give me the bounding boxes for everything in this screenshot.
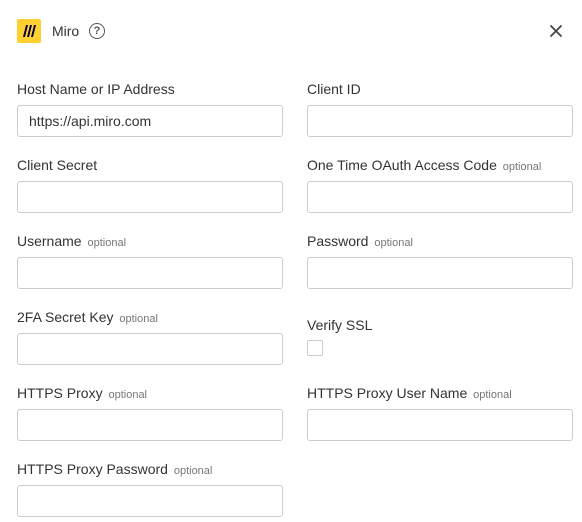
twofa-label: 2FA Secret Key optional (17, 309, 158, 325)
twofa-input[interactable] (17, 333, 283, 365)
optional-tag: optional (119, 313, 158, 325)
host-label: Host Name or IP Address (17, 81, 175, 97)
optional-tag: optional (502, 161, 542, 173)
proxy-user-label: HTTPS Proxy User Name optional (307, 385, 512, 401)
verify-ssl-checkbox[interactable] (307, 340, 323, 356)
app-title: Miro (52, 23, 80, 39)
password-label: Password optional (307, 233, 413, 249)
client-secret-input[interactable] (17, 181, 283, 213)
client-id-field: Client ID (307, 81, 573, 137)
optional-tag: optional (108, 389, 148, 401)
password-field: Password optional (307, 233, 573, 289)
host-field: Host Name or IP Address (17, 81, 283, 137)
optional-tag: optional (173, 465, 213, 477)
optional-tag: optional (374, 237, 413, 249)
miro-logo-icon (17, 19, 41, 43)
twofa-field: 2FA Secret Key optional (17, 309, 283, 365)
https-proxy-input[interactable] (17, 409, 283, 441)
proxy-password-input[interactable] (17, 485, 283, 517)
username-field: Username optional (17, 233, 283, 289)
verify-ssl-field: Verify SSL (307, 317, 573, 356)
oauth-code-input[interactable] (307, 181, 573, 213)
https-proxy-label: HTTPS Proxy optional (17, 385, 148, 401)
client-id-label: Client ID (307, 81, 361, 97)
dialog-header: Miro ? (0, 0, 582, 64)
proxy-password-field: HTTPS Proxy Password optional (17, 461, 283, 517)
oauth-code-field: One Time OAuth Access Code optional (307, 157, 573, 213)
username-label: Username optional (17, 233, 127, 249)
username-input[interactable] (17, 257, 283, 289)
verify-ssl-label: Verify SSL (307, 317, 373, 333)
https-proxy-field: HTTPS Proxy optional (17, 385, 283, 441)
proxy-user-field: HTTPS Proxy User Name optional (307, 385, 573, 441)
proxy-password-label: HTTPS Proxy Password optional (17, 461, 213, 477)
proxy-user-input[interactable] (307, 409, 573, 441)
client-id-input[interactable] (307, 105, 573, 137)
password-input[interactable] (307, 257, 573, 289)
optional-tag: optional (473, 389, 512, 401)
client-secret-field: Client Secret (17, 157, 283, 213)
help-icon[interactable]: ? (89, 23, 105, 39)
client-secret-label: Client Secret (17, 157, 98, 173)
oauth-code-label: One Time OAuth Access Code optional (307, 157, 542, 173)
optional-tag: optional (87, 237, 127, 249)
close-icon[interactable] (549, 24, 563, 38)
host-input[interactable] (17, 105, 283, 137)
